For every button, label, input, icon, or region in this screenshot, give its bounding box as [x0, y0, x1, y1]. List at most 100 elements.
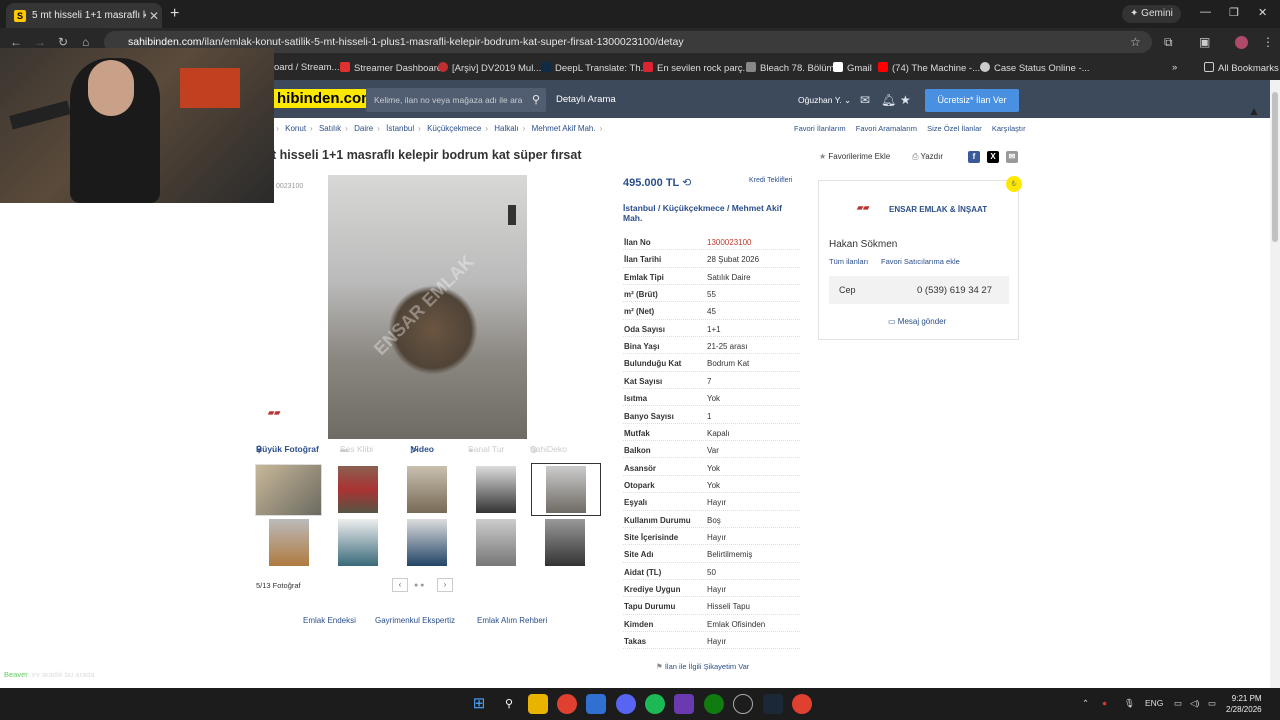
user-menu[interactable]: Oğuzhan Y. ⌄ — [798, 95, 851, 106]
breadcrumb-item[interactable]: Mehmet Akif Mah. — [532, 124, 596, 133]
scrollbar-thumb[interactable] — [1272, 92, 1278, 242]
notifications-icon[interactable]: 🔔︎ — [881, 93, 896, 107]
store-icon[interactable] — [586, 694, 606, 714]
complaint-link[interactable]: ⚑ İlan ile İlgili Şikayetim Var — [656, 662, 749, 671]
search-taskbar-icon[interactable]: ⚲ — [499, 694, 519, 714]
tray-app-icon[interactable]: ● — [1102, 698, 1107, 708]
forward-icon[interactable]: → — [34, 35, 46, 49]
bookmark-item[interactable]: oard / Stream... — [274, 62, 339, 73]
bookmark-item[interactable]: [Arşiv] DV2019 Mul... — [438, 62, 541, 74]
file-explorer-icon[interactable] — [528, 694, 548, 714]
all-bookmarks[interactable]: All Bookmarks — [1204, 62, 1279, 74]
agency-logo[interactable]: ▰▰ — [857, 203, 869, 212]
breadcrumb-item[interactable]: Konut — [285, 124, 306, 133]
send-message-link[interactable]: ▭ Mesaj gönder — [888, 317, 946, 326]
page-scrollbar[interactable] — [1270, 80, 1280, 688]
phone-number[interactable]: 0 (539) 619 34 27 — [917, 285, 992, 296]
close-window-icon[interactable]: ✕ — [1258, 6, 1267, 19]
bookmark-item[interactable]: DeepL Translate: Th... — [541, 62, 648, 74]
agency-name[interactable]: ENSAR EMLAK & İNŞAAT — [889, 205, 987, 214]
more-bookmarks-icon[interactable]: » — [1172, 62, 1177, 73]
chrome-icon[interactable] — [557, 694, 577, 714]
next-page-icon[interactable]: › — [437, 578, 453, 592]
clock[interactable]: 9:21 PM 2/28/2026 — [1226, 693, 1262, 715]
credit-offers-link[interactable]: Kredi Teklifleri — [749, 177, 792, 184]
discord-icon[interactable] — [616, 694, 636, 714]
detailed-search-link[interactable]: Detaylı Arama — [556, 94, 616, 105]
new-tab-icon[interactable]: + — [170, 5, 179, 23]
bookmark-item[interactable]: Bleach 78. Bölüm — [746, 62, 834, 74]
microphone-icon[interactable]: 🎙︎ — [1124, 698, 1135, 709]
x-icon[interactable]: X — [987, 151, 999, 163]
bookmark-item[interactable]: En sevilen rock parç... — [643, 62, 750, 74]
network-icon[interactable]: ▭ — [1174, 698, 1182, 709]
compare-link[interactable]: Karşılaştır — [992, 124, 1026, 133]
emlak-endeksi-link[interactable]: Emlak Endeksi — [303, 616, 356, 625]
price-coin-icon[interactable]: ₺ — [1006, 176, 1022, 192]
thumbnail[interactable] — [393, 517, 460, 569]
add-favorite-seller-link[interactable]: Favori Satıcılarıma ekle — [881, 257, 960, 266]
breadcrumb-item[interactable]: Halkalı — [494, 124, 518, 133]
add-favorite-link[interactable]: ★ Favorilerime Ekle — [819, 152, 890, 161]
gemini-button[interactable]: ✦ Gemini — [1122, 5, 1181, 23]
extensions-icon[interactable]: ⧉ — [1164, 35, 1173, 50]
bookmark-item[interactable]: Streamer Dashboard — [340, 62, 442, 74]
favorite-listings-link[interactable]: Favori İlanlarım — [794, 124, 846, 133]
search-icon[interactable]: ⚲ — [532, 88, 540, 112]
thumbnail[interactable] — [324, 464, 391, 516]
maximize-icon[interactable]: ❐ — [1229, 6, 1239, 19]
bookmark-star-icon[interactable]: ☆ — [1130, 35, 1141, 49]
windows-start-icon[interactable]: ⊞ — [469, 694, 489, 714]
main-photo[interactable]: ENSAR EMLAK — [328, 175, 527, 439]
search-input[interactable]: Kelime, ilan no veya mağaza adı ile ara … — [366, 88, 546, 112]
prev-page-icon[interactable]: ‹ — [392, 578, 408, 592]
minimize-icon[interactable]: — — [1200, 6, 1211, 18]
side-panel-icon[interactable]: ▣ — [1199, 35, 1210, 49]
special-listings-link[interactable]: Size Özel İlanlar — [927, 124, 982, 133]
breadcrumb-item[interactable]: Küçükçekmece — [427, 124, 481, 133]
all-listings-link[interactable]: Tüm ilanları — [829, 257, 868, 266]
messages-icon[interactable]: ✉ — [860, 93, 870, 107]
thumbnail[interactable] — [462, 464, 529, 516]
thumbnail[interactable] — [531, 517, 598, 569]
thumbnail[interactable] — [462, 517, 529, 569]
ekspertiz-link[interactable]: Gayrimenkul Ekspertiz — [375, 616, 455, 625]
breadcrumb-item[interactable]: Daire — [354, 124, 373, 133]
site-logo[interactable]: hibinden.com — [274, 89, 378, 108]
breadcrumb-item[interactable]: İstanbul — [386, 124, 414, 133]
print-link[interactable]: ⎙ Yazdır — [912, 152, 943, 162]
email-share-icon[interactable]: ✉ — [1006, 151, 1018, 163]
favorite-searches-link[interactable]: Favori Aramalarım — [856, 124, 917, 133]
steam-icon[interactable] — [763, 694, 783, 714]
back-icon[interactable]: ← — [10, 35, 22, 49]
chrome-active-icon[interactable] — [792, 694, 812, 714]
thumbnail[interactable] — [393, 464, 460, 516]
location-district[interactable]: Küçükçekmece — [663, 203, 725, 213]
menu-icon[interactable]: ⋮ — [1262, 35, 1274, 49]
app-icon[interactable] — [733, 694, 753, 714]
obs-icon[interactable] — [674, 694, 694, 714]
home-icon[interactable]: ⌂ — [82, 35, 89, 49]
post-ad-button[interactable]: Ücretsiz* İlan Ver — [925, 89, 1019, 112]
language-indicator[interactable]: ENG — [1145, 698, 1163, 708]
volume-icon[interactable]: ◁) — [1190, 698, 1199, 709]
facebook-icon[interactable]: f — [968, 151, 980, 163]
thumbnail[interactable] — [255, 517, 322, 569]
battery-icon[interactable]: ▭ — [1208, 698, 1216, 709]
alim-rehberi-link[interactable]: Emlak Alım Rehberi — [477, 616, 547, 625]
thumbnail[interactable] — [255, 464, 322, 516]
browser-tab[interactable]: S 5 mt hisseli 1+1 masraflı kelepir ✕ — [6, 3, 162, 28]
location-city[interactable]: İstanbul — [623, 203, 656, 213]
thumbnail-selected[interactable] — [531, 463, 601, 516]
profile-avatar[interactable] — [1235, 36, 1248, 49]
bookmark-item[interactable]: Case Status Online -... — [980, 62, 1090, 74]
bookmark-item[interactable]: (74) The Machine -... — [878, 62, 980, 74]
favorites-star-icon[interactable]: ★ — [900, 93, 911, 107]
bookmark-item[interactable]: Gmail — [833, 62, 872, 74]
close-tab-icon[interactable]: ✕ — [146, 9, 162, 23]
xbox-icon[interactable] — [704, 694, 724, 714]
breadcrumb-item[interactable]: Satılık — [319, 124, 341, 133]
reload-icon[interactable]: ↻ — [58, 35, 68, 49]
price-history-icon[interactable]: ⟲ — [682, 177, 691, 189]
thumbnail[interactable] — [324, 517, 391, 569]
